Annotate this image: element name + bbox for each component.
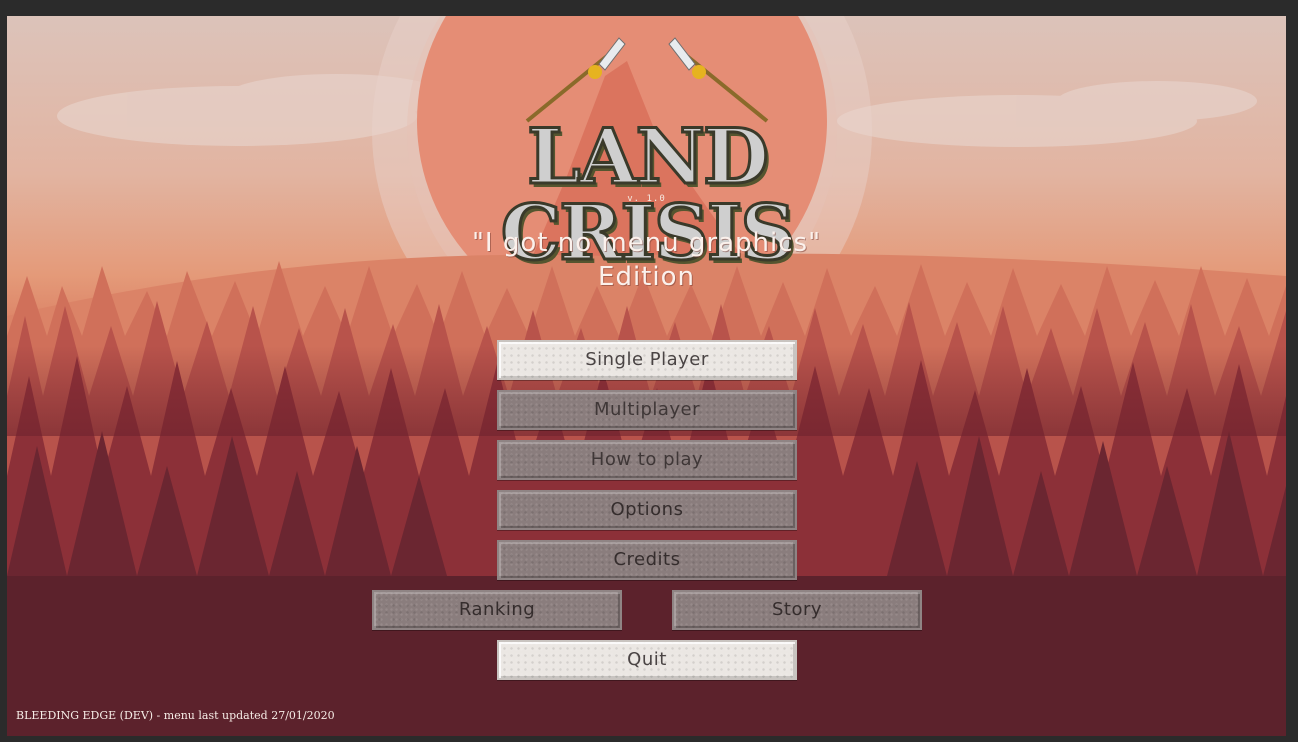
edition-subtitle: "I got no menu graphics" Edition (7, 226, 1286, 294)
single-player-button[interactable]: Single Player (497, 340, 797, 380)
multiplayer-button[interactable]: Multiplayer (497, 390, 797, 430)
credits-button[interactable]: Credits (497, 540, 797, 580)
how-to-play-button[interactable]: How to play (497, 440, 797, 480)
build-info-footer: BLEEDING EDGE (DEV) - menu last updated … (16, 709, 335, 722)
game-viewport: LAND CRISIS v. 1.0 "I got no menu graphi… (7, 16, 1286, 736)
subtitle-line-2: Edition (598, 262, 695, 292)
quit-button[interactable]: Quit (497, 640, 797, 680)
version-label: v. 1.0 (627, 194, 666, 204)
options-button[interactable]: Options (497, 490, 797, 530)
subtitle-line-1: "I got no menu graphics" (471, 228, 822, 258)
story-button[interactable]: Story (672, 590, 922, 630)
ranking-button[interactable]: Ranking (372, 590, 622, 630)
